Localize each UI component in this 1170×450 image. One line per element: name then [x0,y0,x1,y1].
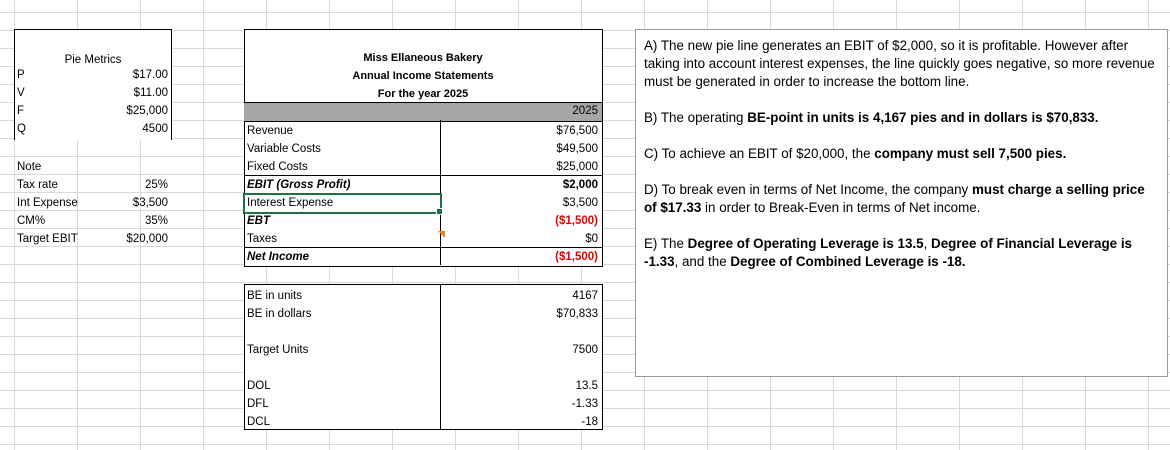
dfl-label[interactable]: DFL [247,395,269,413]
row-value-interest-expense[interactable]: $3,500 [440,194,598,212]
answer-c: C) To achieve an EBIT of $20,000, the co… [644,145,1159,163]
note-label-tax-rate[interactable]: Tax rate [17,176,58,194]
answer-a-text: A) The new pie line generates an EBIT of… [644,38,1155,89]
answer-e-text: E) The [644,236,688,251]
dol-value[interactable]: 13.5 [440,377,598,395]
answer-e-sep1: , [923,236,932,251]
answer-a: A) The new pie line generates an EBIT of… [644,37,1159,91]
answer-d: D) To break even in terms of Net Income,… [644,181,1159,217]
answers-textbox[interactable]: A) The new pie line generates an EBIT of… [635,29,1168,377]
row-value-revenue[interactable]: $76,500 [440,122,598,140]
row-value-taxes[interactable]: $0 [440,230,598,248]
target-units-value[interactable]: 7500 [440,341,598,359]
row-label-net-income[interactable]: Net Income [247,248,309,266]
row-value-ebit[interactable]: $2,000 [440,176,598,194]
answer-c-text: C) To achieve an EBIT of $20,000, the [644,146,875,161]
metric-label-v[interactable]: V [17,84,25,102]
metric-label-q[interactable]: Q [17,120,26,138]
note-label-target-ebit[interactable]: Target EBIT [17,230,78,248]
dol-label[interactable]: DOL [247,377,271,395]
metric-value-p[interactable]: $17.00 [90,66,168,84]
note-label-int-expense[interactable]: Int Expense [17,194,78,212]
answer-d-post: in order to Break-Even in terms of Net i… [701,200,981,215]
answer-b: B) The operating BE-point in units is 4,… [644,109,1159,127]
answer-e-dol: Degree of Operating Leverage is 13.5 [687,236,924,251]
statement-title[interactable]: Annual Income Statements [244,67,602,85]
note-value-target-ebit[interactable]: $20,000 [90,230,168,248]
row-value-variable-costs[interactable]: $49,500 [440,140,598,158]
selected-cell-outline [243,193,442,214]
row-label-fixed-costs[interactable]: Fixed Costs [247,158,308,176]
target-units-label[interactable]: Target Units [247,341,308,359]
be-dollars-value[interactable]: $70,833 [440,305,598,323]
be-units-value[interactable]: 4167 [440,287,598,305]
metric-value-q[interactable]: 4500 [90,120,168,138]
statement-period[interactable]: For the year 2025 [244,85,602,103]
section-divider-line [244,266,602,267]
answer-b-text: B) The operating [644,110,748,125]
answer-e: E) The Degree of Operating Leverage is 1… [644,235,1159,271]
note-header[interactable]: Note [17,158,41,176]
note-value-tax-rate[interactable]: 25% [90,176,168,194]
be-units-label[interactable]: BE in units [247,287,302,305]
metric-label-f[interactable]: F [17,102,24,120]
row-value-fixed-costs[interactable]: $25,000 [440,158,598,176]
note-value-int-expense[interactable]: $3,500 [90,194,168,212]
metric-value-f[interactable]: $25,000 [90,102,168,120]
dfl-value[interactable]: -1.33 [440,395,598,413]
note-label-cm[interactable]: CM% [17,212,45,230]
be-dollars-label[interactable]: BE in dollars [247,305,312,323]
year-column-header[interactable]: 2025 [440,102,598,120]
dcl-label[interactable]: DCL [247,413,270,431]
fill-handle[interactable] [436,208,443,215]
pie-metrics-header[interactable]: Pie Metrics [14,29,172,68]
company-name[interactable]: Miss Ellaneous Bakery [244,49,602,67]
row-label-variable-costs[interactable]: Variable Costs [247,140,321,158]
metric-value-v[interactable]: $11.00 [90,84,168,102]
answer-e-dcl: Degree of Combined Leverage is -18. [730,254,966,269]
answer-d-text: D) To break even in terms of Net Income,… [644,182,972,197]
row-label-taxes[interactable]: Taxes [247,230,277,248]
answer-c-bold: company must sell 7,500 pies. [874,146,1067,161]
metric-label-p[interactable]: P [17,66,25,84]
note-value-cm[interactable]: 35% [90,212,168,230]
comment-indicator-icon[interactable] [438,231,445,238]
row-value-net-income[interactable]: ($1,500) [440,248,598,266]
dcl-value[interactable]: -18 [440,413,598,431]
row-label-revenue[interactable]: Revenue [247,122,293,140]
row-label-ebt[interactable]: EBT [247,212,270,230]
pie-metrics-title: Pie Metrics [64,54,122,66]
answer-e-sep2: , and the [674,254,731,269]
answer-b-bold: BE-point in units is 4,167 pies and in d… [747,110,1099,125]
row-label-ebit[interactable]: EBIT (Gross Profit) [247,176,351,194]
row-value-ebt[interactable]: ($1,500) [440,212,598,230]
